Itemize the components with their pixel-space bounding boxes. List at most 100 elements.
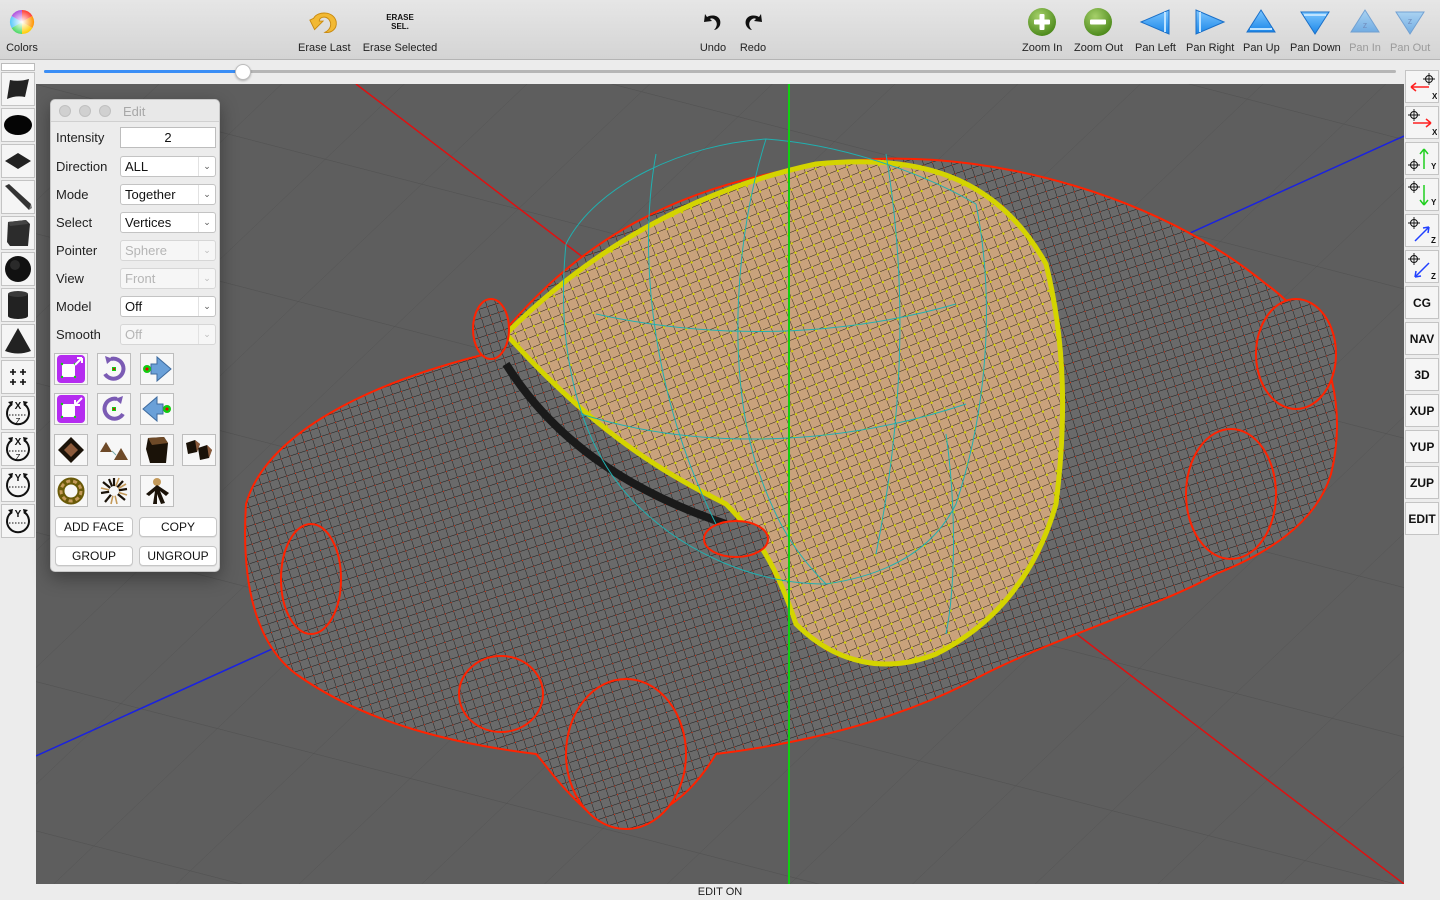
erase-selected-button[interactable]: ERASE SEL. Erase Selected [362,6,438,54]
move-pos-x-button[interactable]: X [1405,106,1439,139]
add-face-button[interactable]: ADD FACE [55,517,133,537]
select-row: Select Vertices ⌄ [51,212,221,234]
undo-button[interactable]: Undo [697,6,729,54]
select-label: Select [56,215,93,230]
edit-panel-titlebar[interactable]: Edit [51,100,219,122]
pan-down-button[interactable]: Pan Down [1290,6,1341,54]
select-select[interactable]: Vertices ⌄ [120,212,216,233]
extrude-out-button[interactable] [140,353,174,385]
erase-icon-line2: SEL. [391,22,409,31]
3d-button[interactable]: 3D [1405,358,1439,391]
move-pos-z-button[interactable]: Z [1405,214,1439,247]
rotate-y-cw-tool[interactable]: Y [1,468,35,502]
model-select[interactable]: Off ⌄ [120,296,216,317]
cylinder-tool[interactable] [1,288,35,322]
rotate-xz-cw-tool[interactable]: X Z [1,396,35,430]
svg-text:Y: Y [15,473,22,484]
minimize-window-button[interactable] [79,105,91,117]
edit-button[interactable]: EDIT [1405,502,1439,535]
pointer-select: Sphere ⌄ [120,240,216,261]
extrude-in-button[interactable] [140,393,174,425]
twin-cubes-button[interactable] [182,434,216,466]
plane-tool[interactable] [1,144,35,178]
sphere-tool[interactable] [1,252,35,286]
cone-tool[interactable] [1,324,35,358]
pan-up-button[interactable]: Pan Up [1243,6,1280,54]
surface-patch-tool[interactable] [1,72,35,106]
pan-right-label: Pan Right [1186,42,1235,54]
split-cones-icon [100,442,128,460]
inset-face-button[interactable] [54,434,88,466]
torus-button[interactable] [54,475,88,507]
rotate-cw-button[interactable] [97,393,131,425]
copy-button[interactable]: COPY [139,517,217,537]
intensity-slider[interactable] [36,61,1404,83]
svg-text:Z: Z [1431,236,1436,245]
pan-out-z-arrow-icon: z [1394,6,1426,38]
move-neg-x-button[interactable]: X [1405,70,1439,103]
rotate-x-z-icon: X Z [6,401,30,426]
right-axis-toolbar: X X Y Y Z Z CG NAV 3D XUP YUP ZUP EDIT [1405,70,1440,538]
pan-left-button[interactable]: Pan Left [1135,6,1176,54]
move-pos-y-button[interactable]: Y [1405,142,1439,175]
zup-button[interactable]: ZUP [1405,466,1439,499]
rotate-xz-ccw-tool[interactable]: X Z [1,432,35,466]
3d-viewport[interactable] [36,84,1404,884]
chevron-down-icon: ⌄ [198,213,215,232]
view-value: Front [125,271,156,286]
scale-down-button[interactable] [54,393,88,425]
split-cones-button[interactable] [97,434,131,466]
radial-spikes-button[interactable] [97,475,131,507]
slider-track[interactable] [44,64,1396,80]
pan-out-button[interactable]: z Pan Out [1390,6,1430,54]
cg-button[interactable]: CG [1405,286,1439,319]
scene-canvas[interactable] [36,84,1404,884]
xup-button[interactable]: XUP [1405,394,1439,427]
erase-last-button[interactable]: Erase Last [298,6,351,54]
zoom-in-button[interactable]: Zoom In [1022,6,1062,54]
yup-button[interactable]: YUP [1405,430,1439,463]
zoom-in-label: Zoom In [1022,42,1063,54]
smooth-label: Smooth [56,327,101,342]
group-button[interactable]: GROUP [55,546,133,566]
move-neg-z-button[interactable]: Z [1405,250,1439,283]
rear-left-wheel [1185,428,1277,560]
edit-panel: Edit Intensity 2 Direction ALL ⌄ Mode To… [50,99,220,572]
grid-points-tool[interactable] [1,360,35,394]
pan-left-label: Pan Left [1135,42,1176,54]
redo-button[interactable]: Redo [737,6,769,54]
ungroup-button[interactable]: UNGROUP [139,546,217,566]
pan-out-label: Pan Out [1390,42,1431,54]
scale-up-button[interactable] [54,353,88,385]
mode-select[interactable]: Together ⌄ [120,184,216,205]
chevron-down-icon: ⌄ [198,325,215,344]
nav-button[interactable]: NAV [1405,322,1439,355]
move-neg-y-button[interactable]: Y [1405,178,1439,211]
erase-selected-icon: ERASE SEL. [362,6,438,38]
pan-in-button[interactable]: z Pan In [1349,6,1381,54]
intensity-label: Intensity [56,130,105,145]
rotate-ccw-button[interactable] [97,353,131,385]
zoom-out-button[interactable]: Zoom Out [1074,6,1123,54]
svg-text:Z: Z [16,417,21,426]
direction-select[interactable]: ALL ⌄ [120,156,216,177]
intensity-input[interactable]: 2 [120,127,216,148]
cube-tool[interactable] [1,216,35,250]
ramp-tool[interactable] [1,180,35,214]
left-toolbar-field[interactable] [1,63,35,71]
pan-right-button[interactable]: Pan Right [1186,6,1234,54]
slider-thumb[interactable] [234,64,251,80]
view-select: Front ⌄ [120,268,216,289]
bevel-block-button[interactable] [140,434,174,466]
svg-text:X: X [1432,128,1437,137]
view-label: View [56,271,84,286]
colors-button[interactable]: Colors [6,6,38,54]
rotate-y-ccw-tool[interactable]: Y [1,504,35,538]
arrow-up-y-icon: Y [1408,148,1437,171]
zoom-window-button[interactable] [99,105,111,117]
branch-figure-button[interactable] [140,475,174,507]
disc-tool[interactable] [1,108,35,142]
close-window-button[interactable] [59,105,71,117]
pan-right-arrow-icon [1194,6,1226,38]
radial-spikes-icon [100,477,128,505]
